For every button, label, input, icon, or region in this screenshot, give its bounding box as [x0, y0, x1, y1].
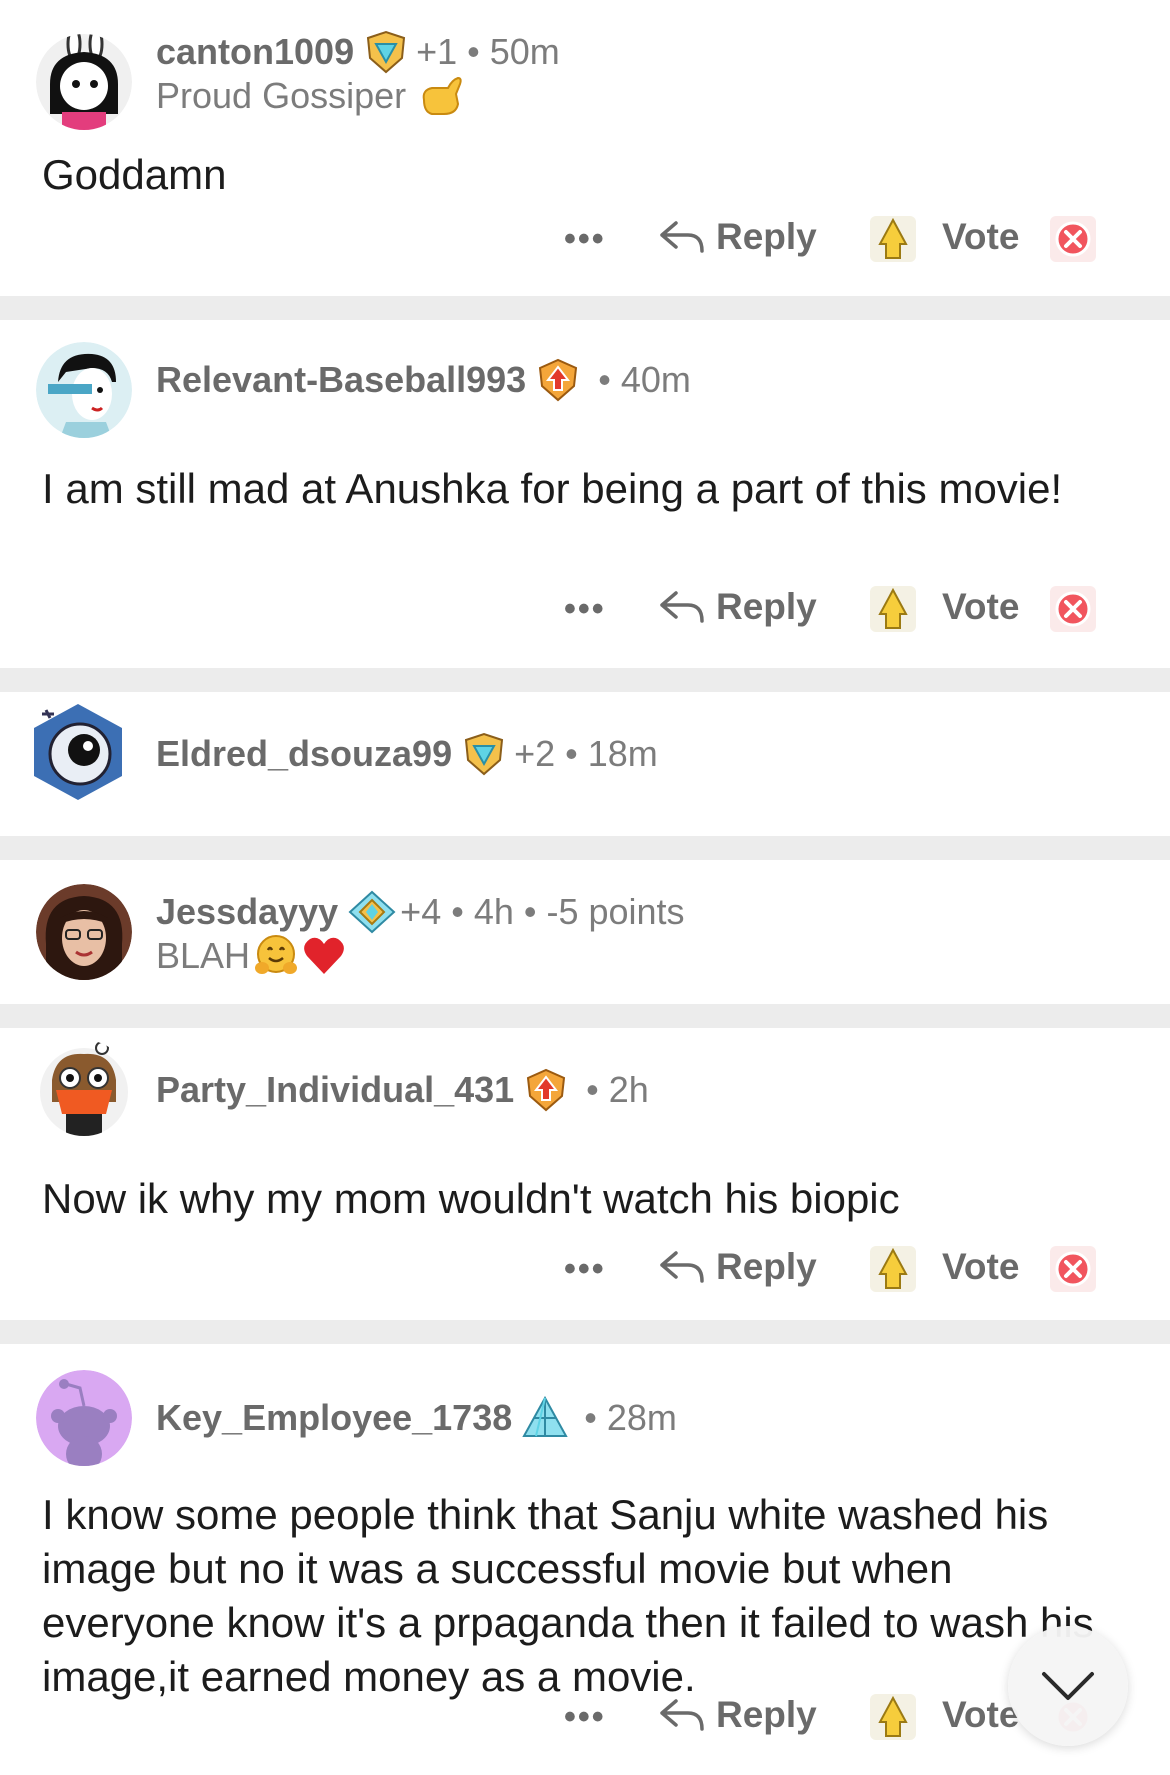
chevron-down-icon	[1042, 1672, 1094, 1700]
avatar[interactable]	[36, 884, 132, 980]
timestamp: 28m	[606, 1397, 677, 1438]
upvote-icon[interactable]	[868, 1692, 918, 1742]
comment-body: I know some people think that Sanju whit…	[42, 1491, 1094, 1700]
red-heart-icon	[302, 934, 346, 978]
timestamp: 18m	[587, 733, 658, 774]
diamond-badge-icon	[348, 890, 396, 934]
avatar[interactable]	[36, 342, 132, 438]
comment: Relevant-Baseball993 • 40m I am still ma…	[0, 320, 1170, 668]
upvote-icon[interactable]	[868, 1244, 918, 1294]
username[interactable]: Key_Employee_1738	[156, 1397, 512, 1439]
comment-meta: Eldred_dsouza99 +2 • 18m	[156, 732, 658, 776]
username[interactable]: Relevant-Baseball993	[156, 359, 526, 401]
comment: canton1009 +1 • 50m Proud Gossiper Godda…	[0, 0, 1170, 296]
reply-arrow-icon	[660, 1251, 704, 1283]
comment-actions: ••• Reply Vote	[0, 212, 1170, 272]
more-options-button[interactable]: •••	[564, 1250, 606, 1289]
downvote-icon[interactable]	[1048, 1244, 1098, 1294]
comment-meta: Party_Individual_431 • 2h	[156, 1068, 649, 1112]
comment-meta: Key_Employee_1738 • 28m	[156, 1395, 677, 1440]
user-flair: BLAH	[156, 934, 346, 978]
avatar[interactable]	[36, 1040, 132, 1136]
extra-badges: +4	[400, 891, 442, 932]
flair-text: Proud Gossiper	[156, 75, 407, 116]
comment-meta: Relevant-Baseball993 • 40m	[156, 358, 691, 402]
comment-body: I am still mad at Anushka for being a pa…	[42, 465, 1063, 512]
hugging-face-icon	[254, 934, 298, 978]
avatar[interactable]	[26, 700, 130, 804]
comment-actions: ••• Reply Vote	[0, 582, 1170, 642]
vote-label: Vote	[942, 1246, 1020, 1287]
avatar[interactable]	[36, 1370, 132, 1466]
more-options-button[interactable]: •••	[564, 1698, 606, 1737]
reply-button[interactable]: Reply	[658, 586, 817, 628]
user-flair: Proud Gossiper	[156, 74, 462, 118]
comment: Jessdayyy +4 • 4h • -5 points BLAH	[0, 860, 1170, 1004]
divider	[0, 836, 1170, 860]
upvote-icon[interactable]	[868, 584, 918, 634]
comment-actions: ••• Reply Vote	[0, 1690, 1170, 1750]
reply-label: Reply	[716, 1246, 817, 1287]
vote-label: Vote	[942, 216, 1020, 257]
timestamp: 40m	[620, 359, 691, 400]
crystal-badge-icon	[522, 1395, 568, 1440]
comment-body: Now ik why my mom wouldn't watch his bio…	[42, 1175, 900, 1222]
divider	[0, 1004, 1170, 1028]
reply-button[interactable]: Reply	[658, 1246, 817, 1288]
reply-arrow-icon	[660, 1699, 704, 1731]
comment-body: Goddamn	[42, 151, 227, 198]
vote-label: Vote	[942, 586, 1020, 627]
reply-label: Reply	[716, 586, 817, 627]
reply-arrow-icon	[660, 591, 704, 623]
reply-button[interactable]: Reply	[658, 216, 817, 258]
comment: Party_Individual_431 • 2h Now ik why my …	[0, 1028, 1170, 1320]
divider	[0, 296, 1170, 320]
comment-actions: ••• Reply Vote	[0, 1242, 1170, 1302]
extra-badges: +1	[416, 31, 458, 72]
reply-arrow-icon	[660, 221, 704, 253]
username[interactable]: Eldred_dsouza99	[156, 733, 452, 775]
divider	[0, 668, 1170, 692]
username[interactable]: canton1009	[156, 31, 354, 73]
comment-meta: canton1009 +1 • 50m	[156, 30, 560, 74]
shield-gem-badge-icon	[462, 732, 506, 776]
username[interactable]: Party_Individual_431	[156, 1069, 514, 1111]
downvote-icon[interactable]	[1048, 584, 1098, 634]
divider	[0, 1320, 1170, 1344]
extra-badges: +2	[514, 733, 556, 774]
reply-button[interactable]: Reply	[658, 1694, 817, 1736]
reply-label: Reply	[716, 1694, 817, 1735]
username[interactable]: Jessdayyy	[156, 891, 338, 933]
flair-text: BLAH	[156, 935, 251, 976]
more-options-button[interactable]: •••	[564, 220, 606, 259]
timestamp: 4h	[473, 891, 514, 932]
avatar[interactable]	[36, 34, 132, 130]
call-me-hand-icon	[418, 74, 462, 118]
upvote-shield-badge-icon	[524, 1068, 568, 1112]
timestamp: 50m	[489, 31, 560, 72]
upvote-icon[interactable]	[868, 214, 918, 264]
upvote-shield-badge-icon	[536, 358, 580, 402]
vote-label: Vote	[942, 1694, 1020, 1735]
downvote-icon[interactable]	[1048, 214, 1098, 264]
scroll-down-button[interactable]	[1008, 1626, 1128, 1746]
timestamp: 2h	[608, 1069, 649, 1110]
reply-label: Reply	[716, 216, 817, 257]
comment: Eldred_dsouza99 +2 • 18m	[0, 692, 1170, 836]
points: -5 points	[546, 891, 685, 932]
comment-meta: Jessdayyy +4 • 4h • -5 points	[156, 890, 685, 934]
shield-gem-badge-icon	[364, 30, 408, 74]
comment: Key_Employee_1738 • 28m I know some peop…	[0, 1344, 1170, 1775]
more-options-button[interactable]: •••	[564, 590, 606, 629]
